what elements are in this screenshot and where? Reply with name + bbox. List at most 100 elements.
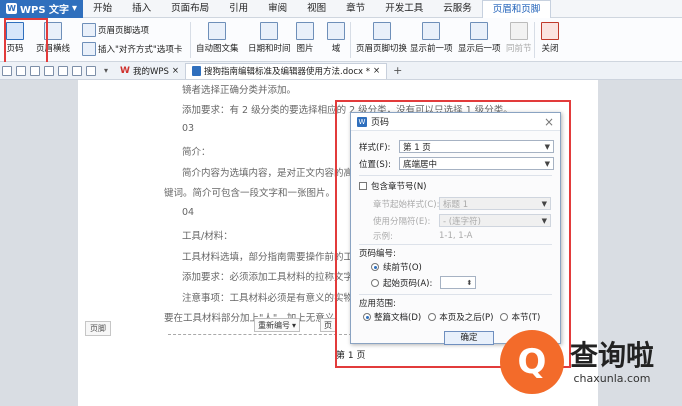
start-at-option[interactable]: 起始页码(A): ⬍ <box>371 276 477 289</box>
dialog-title: 页码 <box>371 118 390 128</box>
page-settings-label: 页 <box>324 320 332 330</box>
close-icon[interactable]: × <box>544 115 554 129</box>
date-time-button[interactable]: 日期和时间 <box>248 22 291 54</box>
same-as-previous-button[interactable]: 同前节 <box>506 22 532 54</box>
ok-button[interactable]: 确定 <box>444 331 494 345</box>
section-divider <box>359 294 552 295</box>
export-pdf-icon[interactable] <box>58 65 68 76</box>
menu-page-layout[interactable]: 页面布局 <box>161 0 219 18</box>
tab-my-wps-label: 我的WPS <box>132 66 169 77</box>
show-next-button[interactable]: 显示后一项 <box>458 22 501 54</box>
header-footer-options-button[interactable]: 页眉页脚选项 <box>82 23 149 37</box>
continue-prev-option[interactable]: 续前节(O) <box>371 261 422 273</box>
continue-prev-label: 续前节(O) <box>383 263 422 273</box>
print-preview-icon[interactable] <box>44 65 54 76</box>
show-previous-button[interactable]: 显示前一项 <box>410 22 453 54</box>
menu-dev-tools[interactable]: 开发工具 <box>375 0 433 18</box>
date-time-label: 日期和时间 <box>248 44 291 54</box>
quick-access-toolbar: ▾ W 我的WPS × 搜狗指南编辑标准及编辑器使用方法.docx * × + <box>0 62 682 80</box>
dropdown-icon[interactable]: ▾ <box>104 66 108 75</box>
menu-chapter[interactable]: 章节 <box>336 0 375 18</box>
arrow-left-icon <box>422 22 441 40</box>
footer-label: 页脚 <box>85 321 111 336</box>
wps-logo-icon: W <box>120 65 130 76</box>
ribbon: 页码 页眉横线 页眉页脚选项 插入"对齐方式"选项卡 自动图文集 日期和时间 图… <box>0 18 682 62</box>
style-select[interactable]: 第 1 页 ▼ <box>399 140 554 153</box>
tab-document[interactable]: 搜狗指南编辑标准及编辑器使用方法.docx * × <box>185 62 388 79</box>
doc-line: 要在工具材料部分加上"人"，加上无意义 <box>164 313 335 324</box>
print-icon[interactable] <box>30 65 40 76</box>
include-chapter-row[interactable]: 包含章节号(N) <box>359 180 427 192</box>
doc-line: 添加要求：必须添加工具材料的拉称文字 <box>182 272 354 283</box>
style-row: 样式(F): 第 1 页 ▼ <box>359 140 554 153</box>
menu-insert[interactable]: 插入 <box>122 0 161 18</box>
menu-cloud[interactable]: 云服务 <box>433 0 482 18</box>
picture-button[interactable]: 图片 <box>296 22 314 54</box>
wps-app-button[interactable]: W WPS 文字 ▾ <box>0 0 84 18</box>
menu-view[interactable]: 视图 <box>297 0 336 18</box>
picture-icon <box>296 22 314 40</box>
close-icon[interactable]: × <box>172 66 179 76</box>
arrow-right-icon <box>470 22 489 40</box>
doc-line: 03 <box>182 123 195 134</box>
auto-text-label: 自动图文集 <box>196 44 239 54</box>
page-settings-button[interactable]: 页 <box>320 318 336 332</box>
dialog-title-bar: W 页码 × <box>351 113 560 131</box>
start-at-radio[interactable] <box>371 278 379 287</box>
renumber-button[interactable]: 重新编号 ▾ <box>254 318 301 332</box>
include-chapter-label: 包含章节号(N) <box>371 182 427 192</box>
insert-align-tab-label: 插入"对齐方式"选项卡 <box>98 45 183 55</box>
chapter-style-row: 章节起始样式(C): 标题 1 ▼ <box>373 197 551 210</box>
numbering-section-label: 页码编号: <box>359 249 396 259</box>
start-at-spinner[interactable]: ⬍ <box>440 276 477 289</box>
spinner-arrows-icon[interactable]: ⬍ <box>466 279 472 287</box>
auto-text-button[interactable]: 自动图文集 <box>196 22 239 54</box>
separator-select[interactable]: - (连字符) ▼ <box>439 214 551 227</box>
close-icon <box>541 22 559 40</box>
add-tab-button[interactable]: + <box>393 64 402 77</box>
caret-down-icon: ▼ <box>544 142 550 151</box>
apply-this-after-radio[interactable] <box>428 313 437 321</box>
header-footer-options-label: 页眉页脚选项 <box>98 26 150 36</box>
watermark-en: chaxunla.com <box>573 371 651 385</box>
apply-section-label: 应用范围: <box>359 299 396 309</box>
insert-align-tab-button[interactable]: 插入"对齐方式"选项卡 <box>82 42 182 56</box>
position-select[interactable]: 底端居中 ▼ <box>399 157 554 170</box>
wps-logo-icon: W <box>6 3 17 14</box>
doc-line: 键词。简介可包含一段文字和一张图片。 <box>164 188 336 199</box>
close-button[interactable]: 关闭 <box>541 22 559 54</box>
include-chapter-checkbox[interactable] <box>359 182 367 190</box>
show-previous-label: 显示前一项 <box>410 44 453 54</box>
new-doc-icon[interactable] <box>2 65 12 76</box>
undo-icon[interactable] <box>72 65 82 76</box>
chevron-down-icon: ▾ <box>292 320 297 330</box>
position-label: 位置(S): <box>359 159 391 170</box>
field-button[interactable]: 域 <box>327 22 345 54</box>
redo-icon[interactable] <box>86 65 96 76</box>
tab-document-label: 搜狗指南编辑标准及编辑器使用方法.docx * <box>204 67 370 77</box>
menu-start[interactable]: 开始 <box>83 0 122 18</box>
link-icon <box>509 22 528 40</box>
ribbon-divider <box>350 22 351 58</box>
tab-my-wps[interactable]: W 我的WPS × <box>114 63 185 79</box>
align-tab-icon <box>82 42 96 56</box>
switch-header-footer-button[interactable]: 页眉页脚切换 <box>356 22 407 54</box>
menu-references[interactable]: 引用 <box>219 0 258 18</box>
example-label: 示例: <box>373 232 393 242</box>
position-row: 位置(S): 底端居中 ▼ <box>359 157 554 170</box>
chapter-style-value: 标题 1 <box>443 199 469 210</box>
save-icon[interactable] <box>16 65 26 76</box>
menu-review[interactable]: 审阅 <box>258 0 297 18</box>
switch-icon <box>372 22 391 40</box>
start-at-label: 起始页码(A): <box>383 278 433 289</box>
page-number-dialog: W 页码 × 样式(F): 第 1 页 ▼ 位置(S): 底端居中 ▼ 包含章节… <box>350 112 561 345</box>
position-value: 底端居中 <box>403 159 438 170</box>
apply-whole-radio[interactable] <box>363 313 371 321</box>
section-divider <box>359 244 552 245</box>
section-divider <box>359 175 552 176</box>
continue-prev-radio[interactable] <box>371 263 379 271</box>
chapter-style-select[interactable]: 标题 1 ▼ <box>439 197 551 210</box>
close-icon[interactable]: × <box>373 66 380 76</box>
document-icon <box>192 66 202 76</box>
menu-header-footer[interactable]: 页眉和页脚 <box>481 0 552 18</box>
